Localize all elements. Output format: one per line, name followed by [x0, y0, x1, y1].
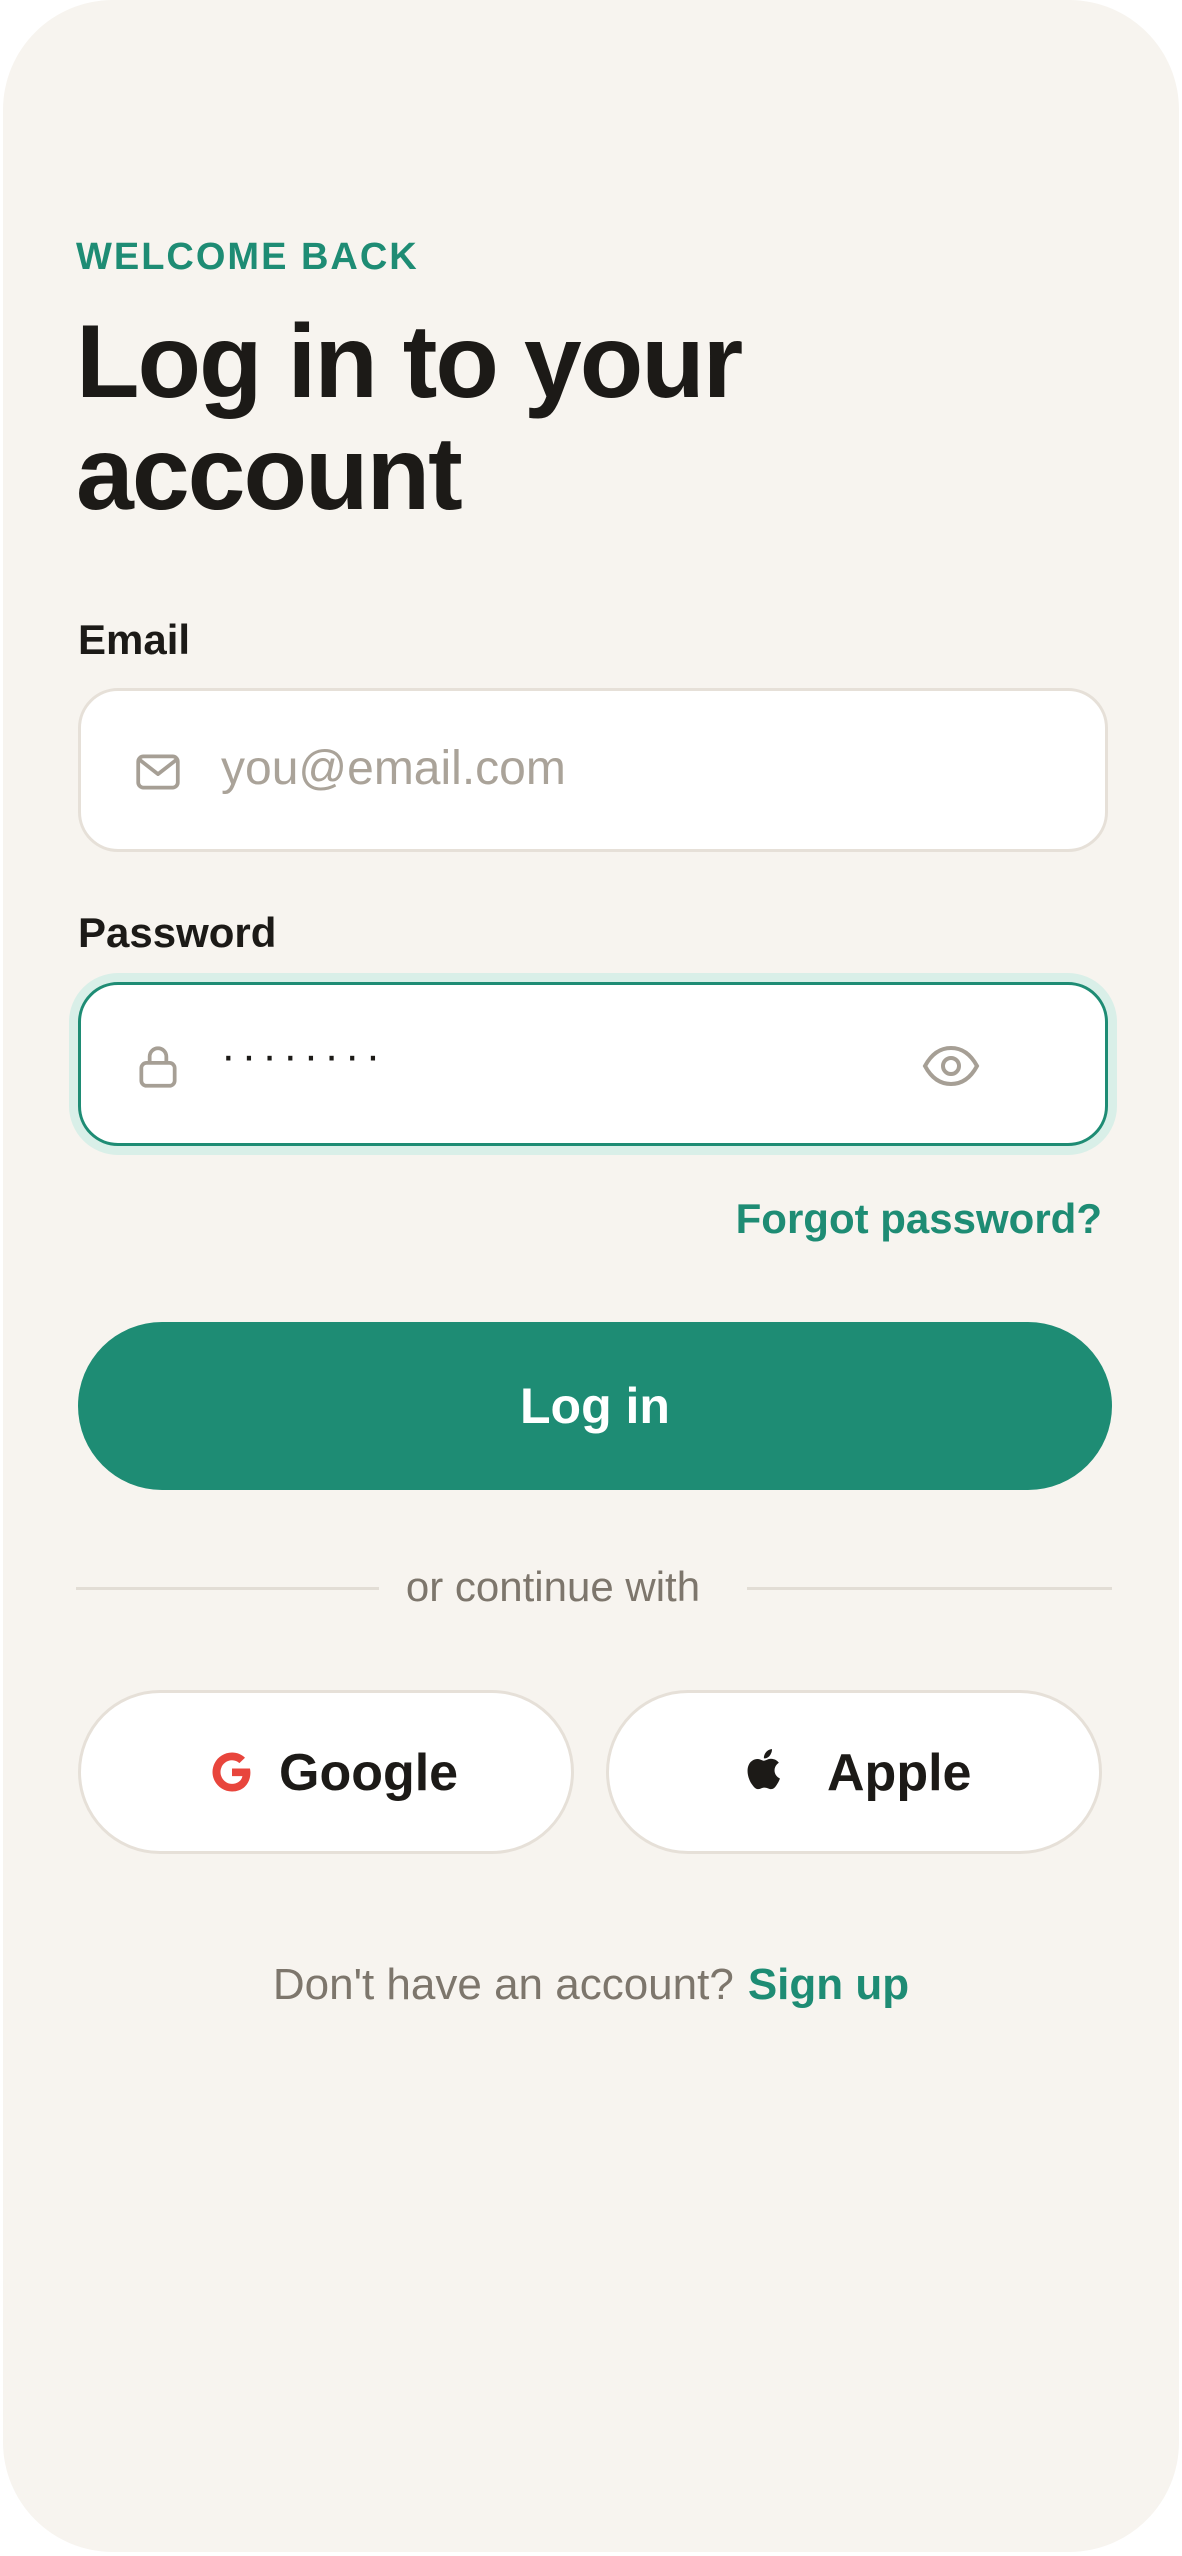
mail-icon	[136, 754, 180, 790]
email-input-placeholder[interactable]: you@email.com	[221, 741, 566, 796]
password-field[interactable]: ········	[78, 982, 1108, 1146]
lock-icon	[139, 1046, 177, 1088]
forgot-password-link[interactable]: Forgot password?	[736, 1195, 1102, 1243]
login-screen: WELCOME BACK Log in to your account Emai…	[3, 0, 1179, 2552]
google-label: Google	[279, 1744, 459, 1802]
apple-label: Apple	[827, 1744, 972, 1802]
password-label: Password	[78, 909, 277, 956]
email-field[interactable]: you@email.com	[78, 688, 1108, 852]
page-title: Log in to your account	[76, 304, 743, 532]
signup-question: Don't have an account?	[272, 1960, 734, 2009]
login-button[interactable]: Log in	[78, 1322, 1112, 1490]
google-icon	[212, 1752, 251, 1792]
eyebrow-text: WELCOME BACK	[76, 236, 419, 278]
apple-icon	[747, 1749, 780, 1790]
divider-text: or continue with	[405, 1563, 701, 1610]
signup-row: Don't have an account? Sign up	[3, 1960, 1179, 2010]
eye-icon[interactable]	[921, 1041, 981, 1091]
password-input[interactable]: ········	[221, 1031, 386, 1081]
google-button[interactable]: Google	[78, 1690, 574, 1854]
signup-link[interactable]: Sign up	[748, 1960, 909, 2009]
apple-button[interactable]: Apple	[606, 1690, 1102, 1854]
email-label: Email	[78, 616, 191, 663]
